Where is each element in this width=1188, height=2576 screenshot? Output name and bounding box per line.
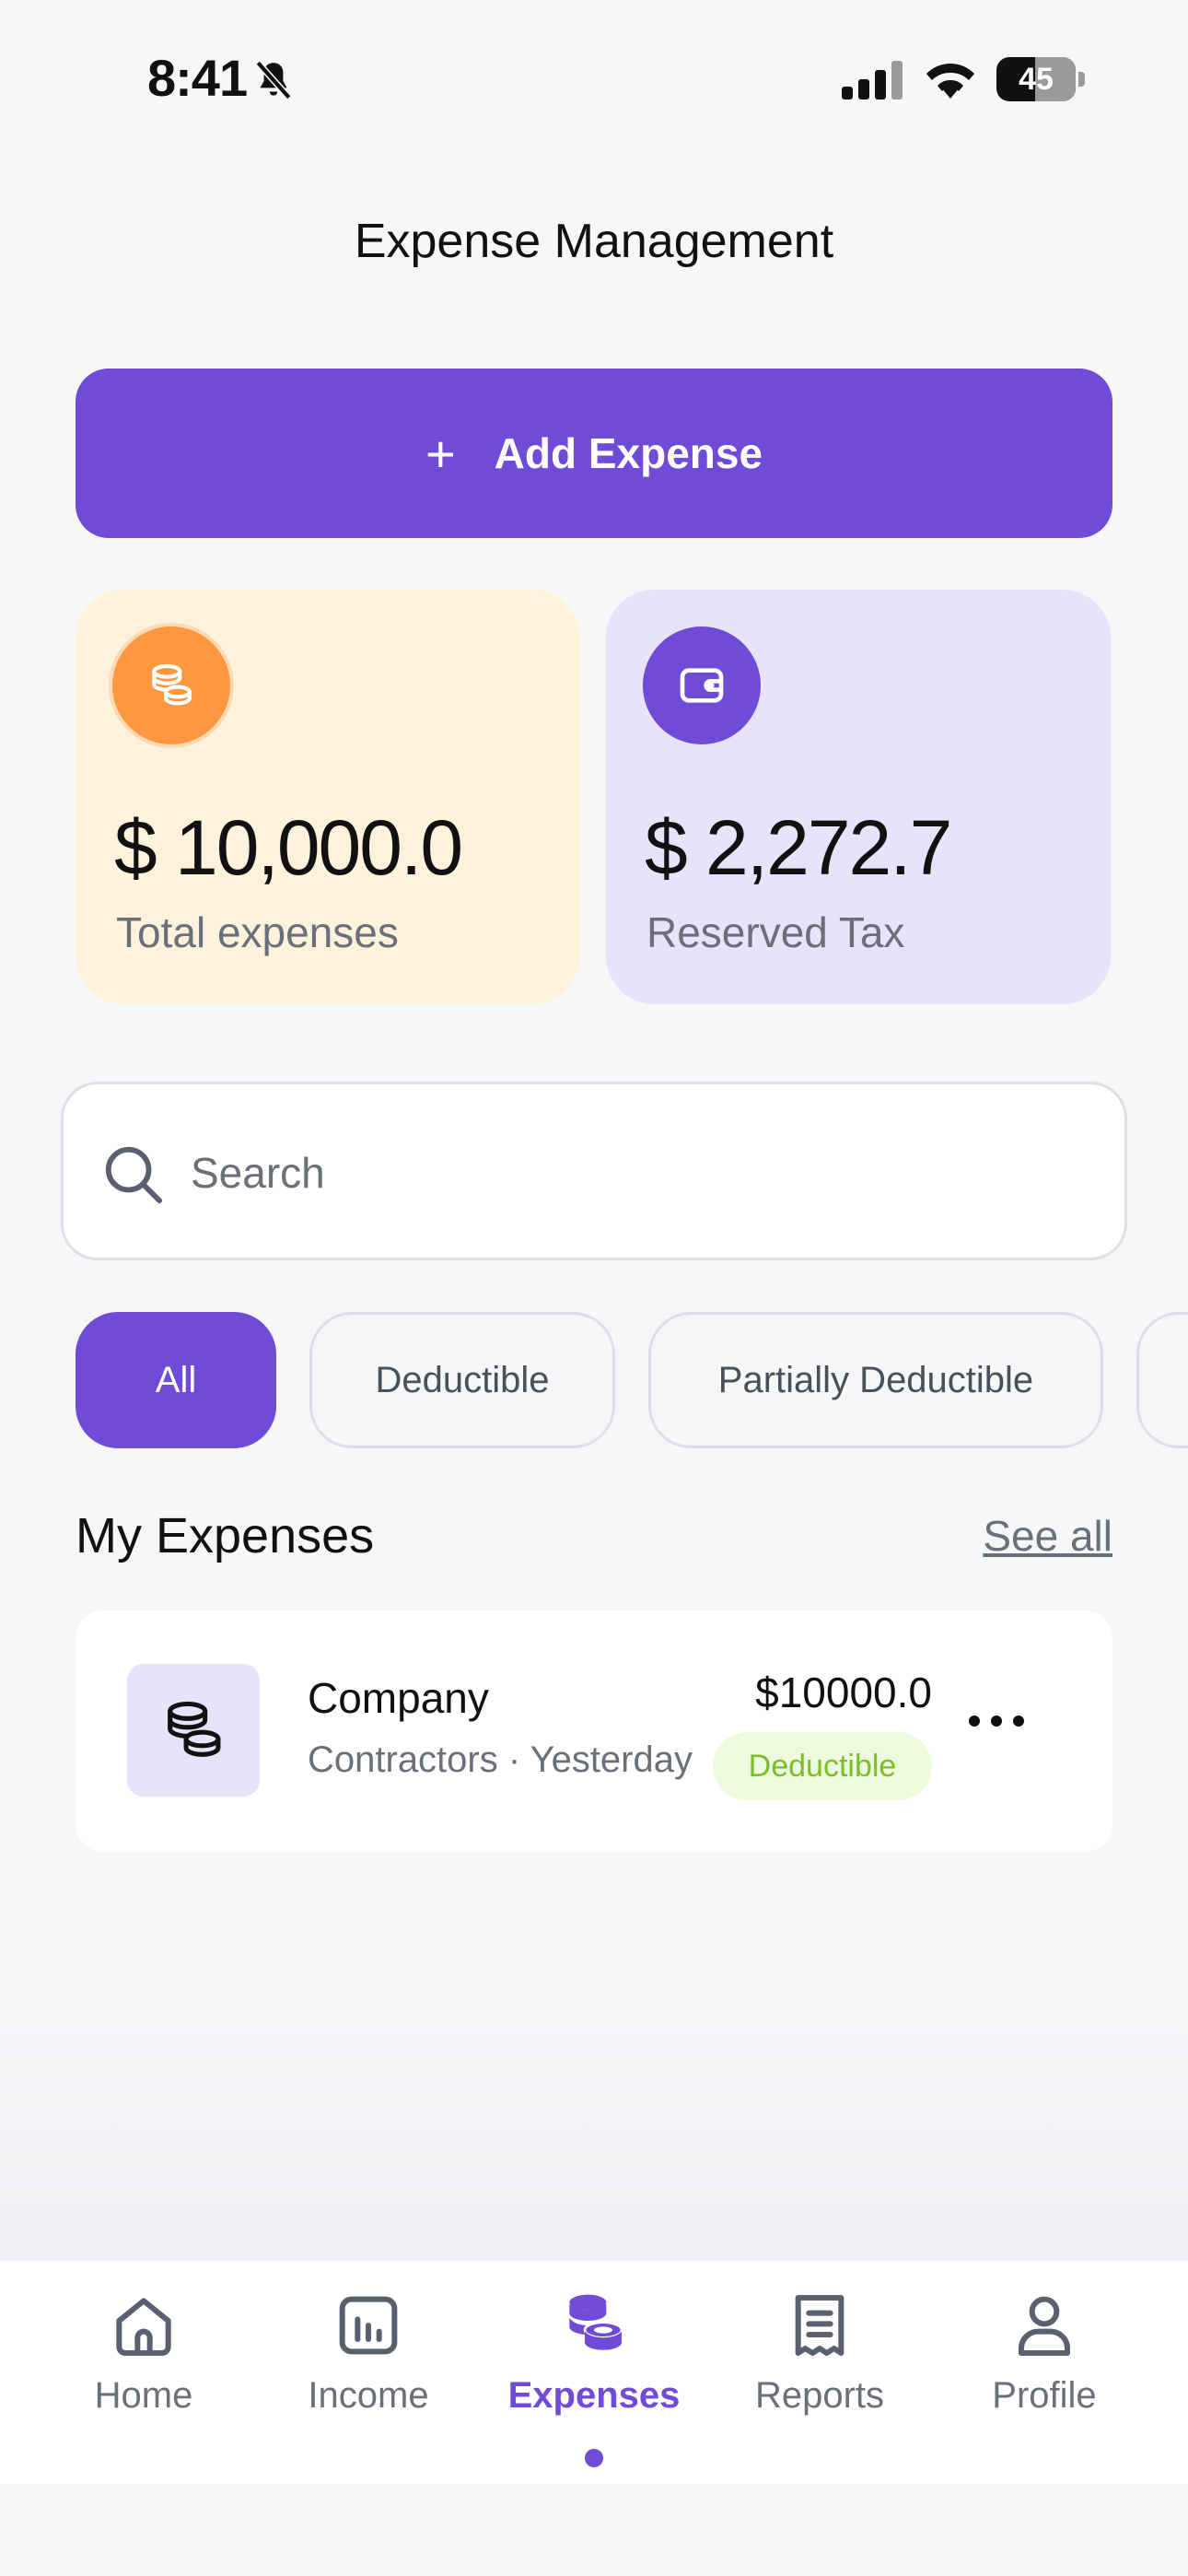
- receipt-icon: [795, 2295, 844, 2356]
- search-icon: [105, 1146, 163, 1204]
- more-options-icon[interactable]: [969, 1703, 1024, 1739]
- tab-expenses-label: Expenses: [507, 2375, 681, 2416]
- filter-chips: All Deductible Partially Deductible: [0, 1312, 1188, 1450]
- add-expense-label: Add Expense: [494, 429, 763, 477]
- expense-status-badge: Deductible: [713, 1732, 932, 1800]
- page-title: Expense Management: [354, 215, 834, 268]
- add-expense-button[interactable]: + Add Expense: [76, 369, 1112, 538]
- plus-icon: +: [425, 424, 456, 483]
- total-expenses-card[interactable]: $ 10,000.0 Total expenses: [76, 590, 580, 1004]
- reserved-tax-card[interactable]: $ 2,272.7 Reserved Tax: [606, 590, 1111, 1004]
- expense-subtitle: Contractors · Yesterday: [308, 1739, 693, 1780]
- user-icon: [1019, 2296, 1070, 2356]
- tab-home[interactable]: Home: [33, 2289, 254, 2473]
- tab-income[interactable]: Income: [258, 2289, 479, 2473]
- bell-off-icon: [255, 60, 292, 100]
- tab-home-label: Home: [94, 2375, 193, 2416]
- reserved-tax-label: Reserved Tax: [646, 908, 905, 956]
- home-indicator-area: [0, 2484, 1188, 2576]
- see-all-link[interactable]: See all: [983, 1511, 1112, 1561]
- filter-chip-all[interactable]: All: [76, 1312, 276, 1448]
- tab-profile-label: Profile: [992, 2375, 1097, 2416]
- battery-level: 45: [1019, 62, 1054, 97]
- search-bar[interactable]: [61, 1082, 1127, 1260]
- wifi-icon: [926, 64, 974, 99]
- background-fade: [0, 1972, 1188, 2266]
- signal-icon: [842, 61, 903, 100]
- expense-title: Company: [308, 1674, 489, 1722]
- filter-chip-partially-deductible[interactable]: Partially Deductible: [648, 1312, 1103, 1448]
- bottom-tab-bar: Home Income Expenses Reports Profile: [0, 2261, 1188, 2484]
- total-expenses-label: Total expenses: [116, 908, 399, 956]
- wallet-icon: [643, 626, 761, 744]
- battery-indicator: 45: [996, 57, 1085, 101]
- tab-reports-label: Reports: [754, 2375, 885, 2416]
- filter-chip-deductible[interactable]: Deductible: [309, 1312, 615, 1448]
- status-time: 8:41: [147, 49, 248, 107]
- active-tab-indicator: [585, 2449, 603, 2467]
- search-input[interactable]: [191, 1129, 1075, 1217]
- reserved-tax-amount: $ 2,272.7: [645, 804, 952, 891]
- expense-list-item[interactable]: Company Contractors · Yesterday $10000.0…: [76, 1610, 1112, 1852]
- chart-icon: [339, 2296, 398, 2355]
- home-icon: [116, 2298, 171, 2356]
- tab-reports[interactable]: Reports: [709, 2289, 930, 2473]
- expense-amount: $10000.0: [755, 1669, 932, 1716]
- tab-profile[interactable]: Profile: [934, 2289, 1155, 2473]
- coins-icon: [569, 2294, 623, 2350]
- my-expenses-title: My Expenses: [76, 1508, 375, 1563]
- total-expenses-amount: $ 10,000.0: [114, 804, 463, 891]
- tab-expenses[interactable]: Expenses: [483, 2289, 705, 2473]
- coins-icon: [127, 1664, 260, 1797]
- status-bar: 8:41 45: [0, 0, 1188, 157]
- coins-icon: [112, 626, 230, 744]
- tab-income-label: Income: [308, 2375, 429, 2416]
- filter-chip-more[interactable]: [1136, 1312, 1188, 1448]
